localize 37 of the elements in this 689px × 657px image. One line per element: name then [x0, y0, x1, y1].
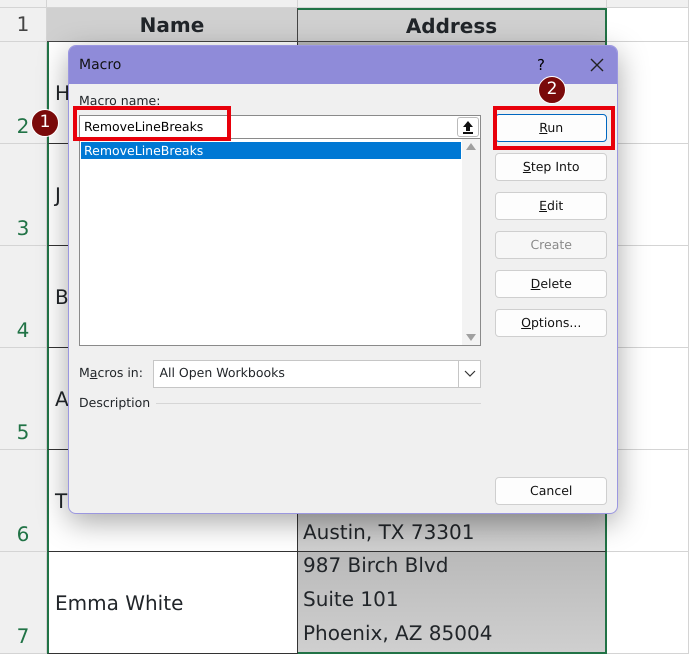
cancel-button[interactable]: Cancel: [495, 477, 607, 505]
table-cell-text: Emma White: [55, 590, 184, 616]
table-cell-text: A: [55, 386, 69, 412]
table-cell-text: 987 Birch Blvd: [303, 552, 450, 579]
table-cell-text: J: [55, 182, 61, 208]
dialog-button[interactable]: Edit: [495, 192, 607, 220]
field-label: Macros in:: [79, 364, 143, 382]
chevron-down-icon: [464, 370, 476, 378]
column-header: Name: [140, 12, 204, 38]
table-cell-text: H: [55, 80, 70, 106]
column-header: Address: [406, 12, 498, 40]
field-label: Macro name:: [79, 92, 162, 110]
dialog-button[interactable]: Options...: [495, 309, 607, 337]
row-number[interactable]: 3: [16, 213, 30, 243]
row-number[interactable]: 2: [16, 111, 30, 141]
dialog-button[interactable]: Delete: [495, 270, 607, 298]
row-number[interactable]: 5: [16, 417, 30, 447]
step-badge: 1: [31, 109, 59, 137]
table-cell-text: T: [55, 488, 68, 514]
macro-name-field[interactable]: RemoveLineBreaks: [79, 114, 482, 139]
dialog-button[interactable]: Step Into: [495, 153, 607, 181]
table-cell-text: Suite 101: [303, 586, 400, 613]
row-number[interactable]: 7: [16, 621, 30, 651]
up-arrow-icon: [462, 120, 474, 134]
window-title: Macro: [79, 56, 122, 74]
upload-button[interactable]: [457, 116, 480, 137]
close-icon: [589, 57, 605, 73]
row-number[interactable]: 6: [16, 519, 30, 549]
macros-in-dropdown[interactable]: All Open Workbooks: [153, 360, 482, 388]
help-button[interactable]: ?: [533, 54, 549, 76]
table-cell-text: B: [55, 284, 69, 310]
dialog-button[interactable]: Run: [495, 114, 607, 142]
list-item[interactable]: RemoveLineBreaks: [81, 142, 462, 159]
table-cell-text: Austin, TX 73301: [303, 519, 476, 546]
table-cell-text: Phoenix, AZ 85004: [303, 620, 494, 647]
row-number[interactable]: 4: [16, 315, 30, 345]
section-label: Description: [79, 394, 150, 412]
